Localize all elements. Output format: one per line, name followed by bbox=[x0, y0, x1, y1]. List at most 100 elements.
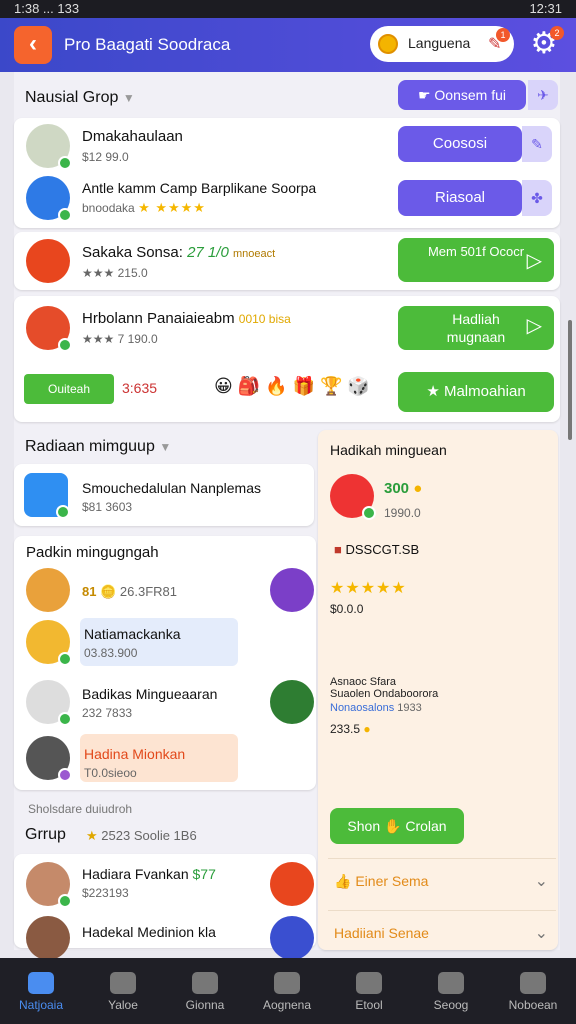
avatar bbox=[26, 176, 72, 222]
item-button[interactable]: ★ Malmoahian bbox=[398, 372, 554, 412]
avatar bbox=[270, 862, 314, 906]
accordion-item[interactable]: 👍 Einer Sema ⌄ bbox=[328, 858, 556, 902]
item-name: Hadiara Fvankan $77 bbox=[82, 866, 216, 882]
nav-item-mail[interactable]: Etool bbox=[328, 958, 410, 1024]
task-coins: 81 🪙 26.3FR81 bbox=[82, 584, 177, 599]
avatar bbox=[24, 473, 70, 519]
item-button[interactable]: Hadliah mugnaan ▷ bbox=[398, 306, 554, 350]
mail-icon bbox=[356, 972, 382, 994]
avatar bbox=[26, 916, 70, 960]
avatar bbox=[330, 474, 376, 520]
reward-desc: Nonaosalons 1933 bbox=[330, 702, 422, 714]
arrow-right-icon: ▷ bbox=[526, 315, 542, 337]
reward-sub: 1990.0 bbox=[384, 506, 421, 520]
share-icon[interactable]: ✈ bbox=[528, 80, 558, 110]
bottom-nav: Natjoaia Yaloe Gionna Aognena Etool Seoog Nobo… bbox=[0, 958, 576, 1024]
item-button[interactable]: Riasoal bbox=[398, 180, 522, 216]
menu-icon bbox=[520, 972, 546, 994]
item-name: Hrbolann Panaiaieabm 0010 bisa bbox=[82, 310, 291, 327]
status-time: 1:38 ... 133 bbox=[14, 1, 80, 16]
avatar bbox=[26, 124, 72, 170]
nav-item-store[interactable]: Yaloe bbox=[82, 958, 164, 1024]
nav-label: Yaloe bbox=[108, 998, 138, 1012]
item-name: Dmakahaulaan bbox=[82, 128, 183, 145]
item-name: Smouchedalulan Nanplemas bbox=[82, 480, 261, 496]
accordion-label: Hadiiani Senae bbox=[334, 925, 429, 941]
home-icon bbox=[28, 972, 54, 994]
nav-label: Etool bbox=[355, 998, 383, 1012]
page-title: Pro Baagati Soodraca bbox=[64, 35, 231, 54]
app-header: ‹ Pro Baagati Soodraca Languena ✎ 1 ⚙ 2 bbox=[0, 18, 576, 72]
promo-amount: 3:635 bbox=[122, 380, 158, 396]
language-badge: 1 bbox=[496, 28, 510, 42]
nav-label: Aognena bbox=[262, 998, 312, 1012]
task-title: Padkin mingugngah bbox=[26, 544, 159, 561]
rating-stars: ★★★★★ bbox=[330, 580, 407, 597]
item-sub: $81 3603 bbox=[82, 500, 133, 514]
list-item[interactable]: Smouchedalulan Nanplemas $81 3603 bbox=[14, 464, 314, 526]
avatar bbox=[270, 680, 314, 724]
avatar bbox=[26, 306, 72, 352]
reward-desc: Asnaoc Sfara bbox=[330, 676, 397, 688]
item-name: Sakaka Sonsa: 27 1/0 mnoeact bbox=[82, 244, 276, 261]
status-clock: 12:31 bbox=[529, 1, 562, 16]
reward-amount: $0.0.0 bbox=[330, 602, 364, 616]
emoji-icons: 😀 🎒 🔥 🎁 🏆 🎲 bbox=[214, 376, 370, 396]
chevron-down-icon: ▼ bbox=[159, 440, 172, 454]
scrollbar[interactable] bbox=[568, 320, 572, 440]
promo-banner[interactable]: Ouiteah bbox=[24, 374, 114, 404]
footer-count: ★ 2523 Soolie 1B6 bbox=[86, 828, 197, 843]
item-name: Hadekal Medinion kla bbox=[82, 924, 216, 940]
item-sub: ★★★ 7 190.0 bbox=[82, 332, 158, 346]
hand-icon: ☛ bbox=[417, 87, 435, 103]
nav-label: Natjoaia bbox=[18, 998, 64, 1012]
info-icon bbox=[438, 972, 464, 994]
item-button[interactable]: Mem 501f Ococr ▷ bbox=[398, 238, 554, 282]
avatar bbox=[26, 239, 70, 283]
nav-item-menu[interactable]: Noboean bbox=[492, 958, 574, 1024]
item-sub: bnoodaka ★ ★★★★ bbox=[82, 200, 206, 215]
chevron-down-icon: ⌄ bbox=[534, 873, 548, 890]
chevron-down-icon: ▼ bbox=[122, 91, 135, 105]
item-sub: 232 7833 bbox=[82, 706, 133, 720]
status-bar: 1:38 ... 133 12:31 bbox=[0, 0, 576, 18]
item-sub: T0.0sieoo bbox=[84, 766, 137, 780]
nav-item-info[interactable]: Seoog bbox=[410, 958, 492, 1024]
edit-icon[interactable]: ✎ bbox=[522, 126, 552, 162]
item-sub: ★★★ 215.0 bbox=[82, 266, 148, 280]
game-icon bbox=[192, 972, 218, 994]
reward-button[interactable]: Shon ✋ Crolan bbox=[330, 808, 464, 844]
language-label: Languena bbox=[408, 35, 471, 51]
reward-title: Hadikah minguean bbox=[330, 442, 447, 458]
item-sub: 03.83.900 bbox=[84, 646, 138, 660]
coin-icon bbox=[378, 34, 398, 54]
list-card: Hadiara Fvankan $77 $223193 Hadekal Medi… bbox=[14, 854, 316, 960]
avatar bbox=[26, 680, 72, 726]
avatar bbox=[270, 916, 314, 960]
group-action-button[interactable]: ☛ Oonsem fui bbox=[398, 80, 526, 110]
item-name: Antle kamm Camp Barplikane Soorpa bbox=[82, 180, 317, 196]
nav-item-game[interactable]: Gionna bbox=[164, 958, 246, 1024]
list-card: Hrbolann Panaiaieabm 0010 bisa ★★★ 7 190… bbox=[14, 296, 560, 422]
reward-desc: Suaolen Ondaboorora bbox=[330, 688, 439, 700]
footer-title: Grrup bbox=[25, 826, 66, 843]
link-icon[interactable]: ✤ bbox=[522, 180, 552, 216]
item-sub: $12 99.0 bbox=[82, 150, 129, 164]
store-icon bbox=[110, 972, 136, 994]
arrow-left-icon: ‹ bbox=[29, 30, 37, 57]
nav-item-home[interactable]: Natjoaia bbox=[0, 958, 82, 1024]
star-icon: ★ bbox=[426, 383, 444, 400]
task-card: Padkin mingugngah 81 🪙 26.3FR81 Natiamac… bbox=[14, 536, 316, 790]
list-item: Sakaka Sonsa: 27 1/0 mnoeact ★★★ 215.0 M… bbox=[14, 232, 560, 290]
settings-badge: 2 bbox=[550, 26, 564, 40]
weekly-title: Radiaan mimguup ▼ bbox=[25, 438, 172, 455]
list-card: Dmakahaulaan $12 99.0 Coososi ✎ Antle ka… bbox=[14, 118, 560, 228]
nav-label: Seoog bbox=[433, 998, 469, 1012]
nav-item-chat[interactable]: Aognena bbox=[246, 958, 328, 1024]
group-title: Nausial Grop ▼ bbox=[25, 89, 135, 106]
accordion-item[interactable]: Hadiiani Senae ⌄ bbox=[328, 910, 556, 950]
item-button[interactable]: Coososi bbox=[398, 126, 522, 162]
avatar bbox=[26, 568, 70, 612]
back-button[interactable]: ‹ bbox=[14, 26, 52, 64]
language-selector[interactable]: Languena ✎ 1 bbox=[370, 26, 514, 62]
